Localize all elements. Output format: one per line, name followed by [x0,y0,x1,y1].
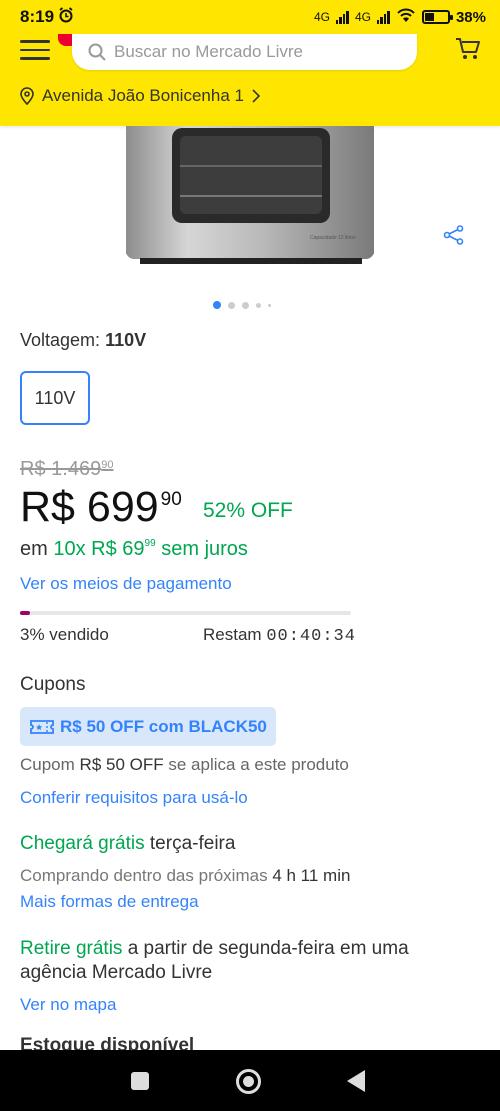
payment-methods-link[interactable]: Ver os meios de pagamento [20,574,232,594]
battery-icon [421,10,453,24]
status-bar: 8:19 4G 4G 38% [0,0,500,34]
status-time: 8:19 [20,7,55,26]
delivery-address[interactable]: Avenida João Bonicenha 1 [20,86,260,106]
cart-button[interactable] [454,36,482,67]
chevron-right-icon [252,89,260,103]
sold-progress-fill [20,611,30,615]
address-text: Avenida João Bonicenha 1 [42,86,244,105]
voltage-label: Voltagem: 110V [20,330,147,350]
recents-button[interactable] [131,1072,149,1090]
remaining-timer: Restam 00:40:34 [203,625,356,646]
search-bar[interactable] [72,34,417,70]
search-input[interactable] [114,42,394,62]
alarm-icon [58,6,74,28]
product-image[interactable]: Capacidade 12 litros [0,126,500,288]
current-price: R$ 699 90 [20,483,182,531]
home-button[interactable] [236,1069,261,1094]
sold-text: 3% vendido [20,625,109,644]
original-price: R$ 1.46990 [20,458,114,480]
network-label-1: 4G [313,10,330,24]
coupons-title: Cupons [20,674,86,695]
app-header: Avenida João Bonicenha 1 [0,34,500,126]
shipping-deadline: Comprando dentro das próximas 4 h 11 min [20,866,351,885]
view-map-link[interactable]: Ver no mapa [20,995,116,1015]
stock-title: Estoque disponível [20,1035,195,1050]
coupon-chip-label: R$ 50 OFF com BLACK50 [60,716,267,736]
signal-icon-2 [376,10,390,24]
pickup-info: Retire grátis a partir de segunda-feira … [20,938,409,983]
voltage-option-110v[interactable]: 110V [20,371,90,425]
countdown: 00:40:34 [266,627,356,646]
sold-progress-bar [20,611,351,615]
shipping-info: Chegará grátis terça-feira [20,833,236,854]
installments: em 10x R$ 6999 sem juros [20,538,248,560]
carousel-dot [242,301,249,309]
signal-icon [335,10,349,24]
carousel-dot [268,303,271,307]
voltage-selected: 110V [105,330,147,350]
carousel-indicator [213,301,271,309]
network-label-2: 4G [354,10,371,24]
coupon-ticket-icon [30,719,54,734]
capacity-label: Capacidade 12 litros [310,235,356,241]
back-button[interactable] [347,1070,365,1092]
wifi-icon [396,8,416,26]
coupon-requirements-link[interactable]: Conferir requisitos para usá-lo [20,788,248,808]
price-cents: 90 [160,489,182,510]
more-delivery-options-link[interactable]: Mais formas de entrega [20,892,199,912]
battery-level [424,13,435,21]
carousel-dot [228,301,235,309]
share-icon [443,225,464,245]
location-pin-icon [20,87,34,105]
discount-badge: 52% OFF [203,499,293,522]
search-icon [88,43,106,61]
coupon-description: Cupom R$ 50 OFF se aplica a este produto [20,755,349,774]
coupon-chip[interactable]: R$ 50 OFF com BLACK50 [20,707,276,746]
carousel-dot-active [213,301,221,309]
system-nav-bar [0,1050,500,1111]
cart-icon [456,38,480,59]
carousel-dot [256,302,261,308]
menu-button[interactable] [20,34,78,64]
battery-percent: 38% [455,8,486,26]
share-button[interactable] [443,225,465,250]
